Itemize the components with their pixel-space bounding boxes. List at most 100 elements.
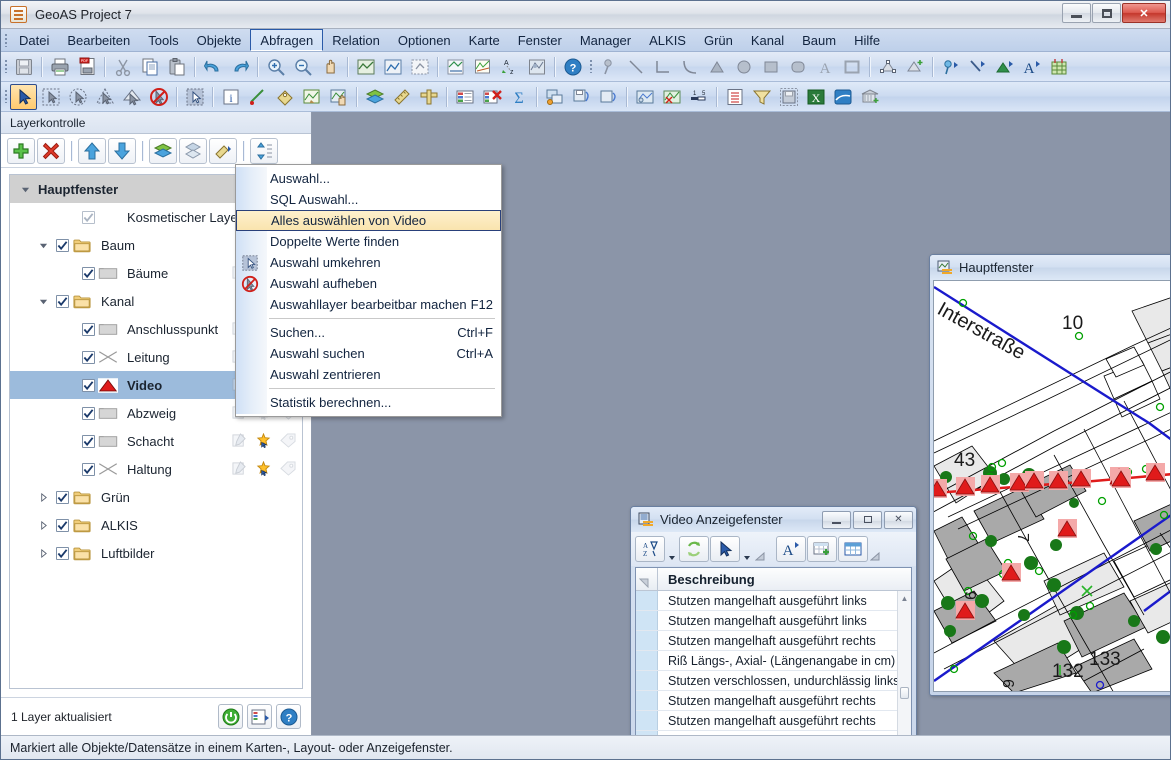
label-button[interactable] [298, 84, 325, 110]
cut-button[interactable] [109, 54, 136, 80]
symbol-style-button[interactable] [937, 54, 964, 80]
menu-objekte[interactable]: Objekte [188, 29, 251, 51]
menu-item-auswahl-suchen[interactable]: Auswahl suchen Ctrl+A [267, 343, 501, 364]
table-delete-button[interactable] [478, 84, 505, 110]
row-selector-cell[interactable] [636, 611, 658, 630]
row-selector-cell[interactable] [636, 711, 658, 730]
table-grid-button[interactable] [838, 536, 868, 562]
previous-view-button[interactable] [442, 54, 469, 80]
row-selector-cell[interactable] [636, 651, 658, 670]
toolbar-grip-2[interactable] [586, 60, 595, 73]
layer-visibility-checkbox[interactable] [56, 294, 69, 308]
toolbar-overflow-1[interactable] [754, 536, 766, 562]
menu-item-auswahl-umkehren[interactable]: Auswahl umkehren [242, 252, 501, 273]
layer-visibility-checkbox[interactable] [82, 266, 95, 280]
toolbar-overflow-2[interactable] [869, 536, 881, 562]
grid-select-all-corner[interactable] [636, 568, 658, 590]
marquee-select-button[interactable] [37, 84, 64, 110]
excel-export-button[interactable]: X [802, 84, 829, 110]
ruler-drag-button[interactable] [244, 84, 271, 110]
layer-visibility-checkbox[interactable] [82, 210, 95, 224]
minimize-button[interactable] [1062, 3, 1091, 23]
grid-style-button[interactable] [1045, 54, 1072, 80]
rectangle-button[interactable] [757, 54, 784, 80]
tree-layer-row[interactable]: Luftbilder [10, 539, 302, 567]
radius-select-button[interactable] [64, 84, 91, 110]
table-row[interactable]: Stutzen verschlossen, undurchlässig link… [636, 671, 911, 691]
menu-hilfe[interactable]: Hilfe [845, 29, 889, 51]
video-data-grid[interactable]: Beschreibung Stutzen mangelhaft ausgefüh… [635, 567, 912, 735]
menu-optionen[interactable]: Optionen [389, 29, 460, 51]
table-window-titlebar[interactable]: Video Anzeigefenster ✕ [631, 507, 916, 532]
scroll-up-arrow[interactable]: ▲ [898, 591, 911, 605]
line-style-button[interactable] [964, 54, 991, 80]
zoom-extent-button[interactable] [352, 54, 379, 80]
layer-label-icon[interactable] [280, 433, 296, 449]
table-maximize-button[interactable] [853, 510, 882, 529]
menu-abfragen[interactable]: Abfragen [250, 29, 324, 51]
export-pdf-button[interactable]: PDF [73, 54, 100, 80]
zoom-selection-button[interactable] [406, 54, 433, 80]
menu-item-auswahl[interactable]: Auswahl... [267, 168, 501, 189]
tree-layer-row[interactable]: Schacht [10, 427, 302, 455]
select-arrow-button[interactable] [10, 83, 37, 110]
layer-visibility-checkbox[interactable] [56, 546, 69, 560]
tree-layer-row[interactable]: ALKIS [10, 511, 302, 539]
menu-alkis[interactable]: ALKIS [640, 29, 695, 51]
add-layer-button[interactable] [7, 137, 35, 164]
report-button[interactable] [247, 704, 272, 729]
tree-layer-row[interactable]: Grün [10, 483, 302, 511]
row-selector-cell[interactable] [636, 731, 658, 735]
menu-item-alles-auswählen-von-video[interactable]: Alles auswählen von Video [236, 210, 501, 231]
layer-visibility-checkbox[interactable] [82, 378, 95, 392]
row-selector-cell[interactable] [636, 671, 658, 690]
menu-kanal[interactable]: Kanal [742, 29, 793, 51]
info-button[interactable]: i [217, 84, 244, 110]
boundary-select-button[interactable] [118, 84, 145, 110]
layer-visibility-checkbox[interactable] [56, 518, 69, 532]
tree-expander-icon[interactable] [18, 185, 32, 194]
tree-expander-icon[interactable] [36, 520, 50, 530]
tree-expander-icon[interactable] [36, 241, 50, 250]
zoom-layer-button[interactable] [379, 54, 406, 80]
menu-fenster[interactable]: Fenster [509, 29, 571, 51]
clip-map-button[interactable] [658, 84, 685, 110]
polygon-select-button[interactable] [91, 84, 118, 110]
table-row[interactable]: Stutzen mangelhaft ausgeführt rechts [636, 711, 911, 731]
layers-button[interactable] [361, 84, 388, 110]
ellipse-button[interactable] [730, 54, 757, 80]
zoom-in-button[interactable] [262, 54, 289, 80]
copy-button[interactable] [136, 54, 163, 80]
table-row[interactable]: Riß Längs-, Axial- (Längenangabe in cm) … [636, 651, 911, 671]
table-button[interactable] [451, 84, 478, 110]
menu-item-sql-auswahl[interactable]: SQL Auswahl... [267, 189, 501, 210]
bank-button[interactable] [856, 84, 883, 110]
layer-order-button[interactable] [250, 137, 278, 164]
ruler-button[interactable] [415, 84, 442, 110]
undo-button[interactable] [199, 54, 226, 80]
region-style-button[interactable] [991, 54, 1018, 80]
menu-tools[interactable]: Tools [139, 29, 187, 51]
hyperlink-button[interactable] [271, 84, 298, 110]
tree-expander-icon[interactable] [36, 297, 50, 306]
menu-item-suchen[interactable]: Suchen... Ctrl+F [267, 322, 501, 343]
pin-button[interactable] [595, 54, 622, 80]
layer-visibility-checkbox[interactable] [82, 434, 95, 448]
frame-button[interactable] [838, 54, 865, 80]
grid-column-header-beschreibung[interactable]: Beschreibung [658, 572, 755, 587]
map-window-titlebar[interactable]: Hauptfenster ✕ [930, 255, 1170, 280]
print-button[interactable] [46, 54, 73, 80]
refresh-button[interactable] [218, 704, 243, 729]
layer-save-button[interactable] [179, 137, 207, 164]
sum-button[interactable]: Σ [505, 84, 532, 110]
map-thumbnail-button[interactable] [469, 54, 496, 80]
paste-button[interactable] [163, 54, 190, 80]
scale-bar-button[interactable]: 15 [685, 84, 712, 110]
layer-visibility-checkbox[interactable] [82, 462, 95, 476]
map-grab-button[interactable] [325, 84, 352, 110]
menu-item-doppelte-werte-finden[interactable]: Doppelte Werte finden [267, 231, 501, 252]
zoom-out-button[interactable] [289, 54, 316, 80]
arc-button[interactable] [676, 54, 703, 80]
menu-baum[interactable]: Baum [793, 29, 845, 51]
panel-help-button[interactable]: ? [276, 704, 301, 729]
